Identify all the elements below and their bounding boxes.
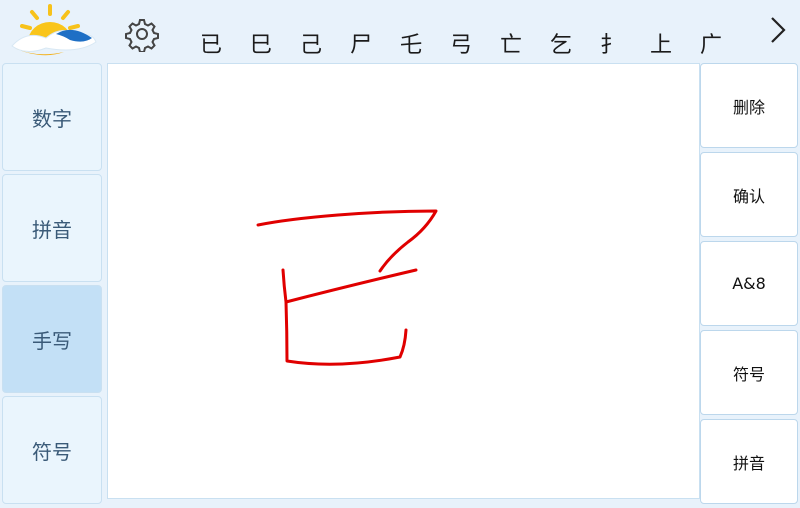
candidate-char[interactable]: 广 bbox=[686, 30, 736, 62]
action-label: 拼音 bbox=[732, 453, 765, 473]
candidate-char[interactable]: 巳 bbox=[236, 30, 286, 62]
candidate-char[interactable]: 弓 bbox=[436, 30, 486, 62]
candidate-char[interactable]: 己 bbox=[286, 30, 336, 62]
candidate-char[interactable]: 上 bbox=[636, 30, 686, 62]
candidate-char[interactable]: 亡 bbox=[486, 30, 536, 62]
candidate-char[interactable]: 尸 bbox=[336, 30, 386, 62]
action-label: 符号 bbox=[732, 364, 765, 384]
pinyin-button[interactable]: 拼音 bbox=[700, 419, 798, 504]
action-column: 删除 确认 A&8 符号 拼音 bbox=[700, 63, 798, 508]
mode-pinyin[interactable]: 拼音 bbox=[2, 174, 102, 282]
alphanumeric-button[interactable]: A&8 bbox=[700, 241, 798, 326]
mode-label: 符号 bbox=[32, 439, 72, 464]
candidate-bar: 已 巳 己 尸 乇 弓 亡 乞 扌 上 广 bbox=[186, 30, 736, 62]
ink-strokes bbox=[256, 209, 438, 366]
ink-stroke bbox=[284, 300, 408, 366]
candidate-char[interactable]: 乇 bbox=[386, 30, 436, 62]
candidate-char[interactable]: 已 bbox=[186, 30, 236, 62]
mode-handwriting[interactable]: 手写 bbox=[2, 285, 102, 393]
symbol-button[interactable]: 符号 bbox=[700, 330, 798, 415]
candidate-char[interactable]: 扌 bbox=[586, 30, 636, 62]
mode-label: 手写 bbox=[32, 328, 72, 353]
chevron-right-icon[interactable] bbox=[760, 10, 794, 50]
mode-label: 拼音 bbox=[32, 217, 72, 242]
delete-button[interactable]: 删除 bbox=[700, 63, 798, 148]
mode-column: 数字 拼音 手写 符号 bbox=[2, 63, 102, 507]
ink-stroke bbox=[256, 209, 438, 273]
ink-stroke bbox=[281, 268, 418, 304]
action-label: 确认 bbox=[732, 186, 765, 206]
action-label: 删除 bbox=[732, 97, 765, 117]
weather-logo-icon bbox=[11, 4, 97, 56]
action-label: A&8 bbox=[732, 274, 766, 293]
top-toolbar: 已 巳 己 尸 乇 弓 亡 乞 扌 上 广 bbox=[0, 0, 800, 62]
handwriting-canvas[interactable] bbox=[107, 63, 700, 499]
gear-icon[interactable] bbox=[124, 16, 160, 52]
confirm-button[interactable]: 确认 bbox=[700, 152, 798, 237]
candidate-char[interactable]: 乞 bbox=[536, 30, 586, 62]
mode-number[interactable]: 数字 bbox=[2, 63, 102, 171]
mode-symbol[interactable]: 符号 bbox=[2, 396, 102, 504]
mode-label: 数字 bbox=[32, 106, 72, 131]
